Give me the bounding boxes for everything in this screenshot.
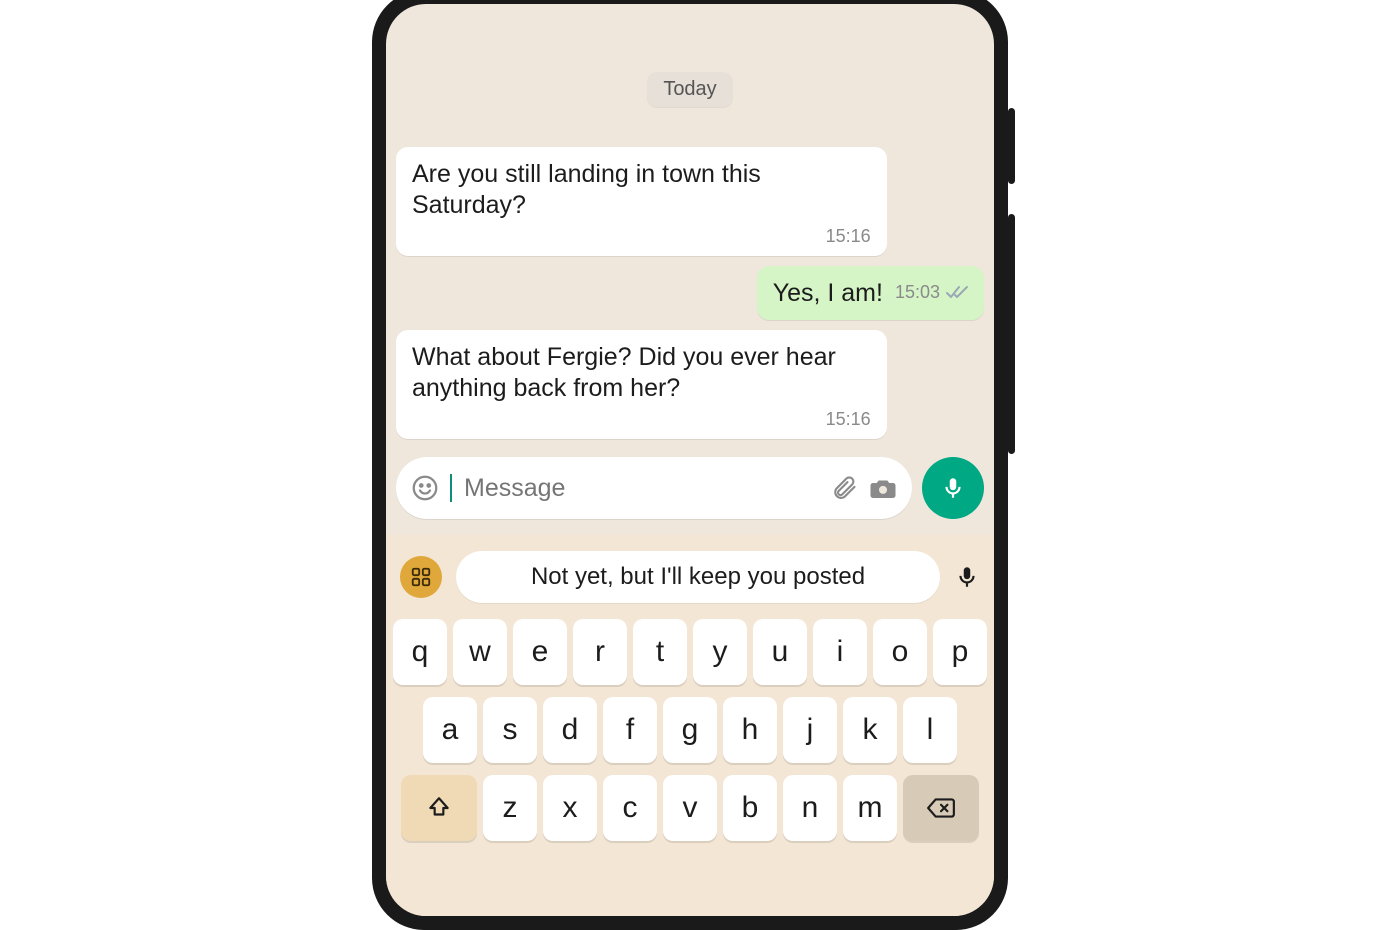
keyboard-row-2: asdfghjkl (394, 697, 986, 763)
message-time: 15:16 (826, 409, 871, 431)
key-x[interactable]: x (543, 775, 597, 841)
key-n[interactable]: n (783, 775, 837, 841)
key-z[interactable]: z (483, 775, 537, 841)
message-time: 15:16 (826, 226, 871, 248)
key-m[interactable]: m (843, 775, 897, 841)
suggestion-bar: Not yet, but I'll keep you posted (400, 551, 980, 603)
emoji-icon[interactable] (410, 473, 440, 503)
message-input[interactable] (462, 474, 820, 503)
keyboard-row-3: zxcvbnm (394, 775, 986, 841)
attach-icon[interactable] (830, 474, 858, 502)
camera-icon[interactable] (868, 473, 898, 503)
key-i[interactable]: i (813, 619, 867, 685)
key-e[interactable]: e (513, 619, 567, 685)
message-time: 15:03 (895, 282, 940, 304)
sticker-grid-icon[interactable] (400, 556, 442, 598)
key-b[interactable]: b (723, 775, 777, 841)
key-k[interactable]: k (843, 697, 897, 763)
shift-key[interactable] (401, 775, 477, 841)
key-h[interactable]: h (723, 697, 777, 763)
chat-screen: Today Are you still landing in town this… (386, 4, 994, 916)
message-outgoing[interactable]: Yes, I am! 15:03 (757, 266, 984, 321)
message-text: Yes, I am! (773, 278, 883, 309)
key-j[interactable]: j (783, 697, 837, 763)
read-ticks-icon (946, 285, 970, 301)
key-o[interactable]: o (873, 619, 927, 685)
key-p[interactable]: p (933, 619, 987, 685)
message-incoming[interactable]: What about Fergie? Did you ever hear any… (396, 330, 887, 439)
keyboard-mic-icon[interactable] (954, 564, 980, 590)
key-r[interactable]: r (573, 619, 627, 685)
key-v[interactable]: v (663, 775, 717, 841)
date-separator: Today (647, 72, 732, 107)
key-u[interactable]: u (753, 619, 807, 685)
key-w[interactable]: w (453, 619, 507, 685)
message-input-field[interactable] (396, 457, 912, 519)
phone-frame: Today Are you still landing in town this… (372, 0, 1008, 930)
key-g[interactable]: g (663, 697, 717, 763)
key-c[interactable]: c (603, 775, 657, 841)
message-incoming[interactable]: Are you still landing in town this Satur… (396, 147, 887, 256)
predictive-suggestion[interactable]: Not yet, but I'll keep you posted (456, 551, 940, 603)
backspace-key[interactable] (903, 775, 979, 841)
key-y[interactable]: y (693, 619, 747, 685)
message-composer (386, 451, 994, 535)
key-s[interactable]: s (483, 697, 537, 763)
key-t[interactable]: t (633, 619, 687, 685)
virtual-keyboard: Not yet, but I'll keep you posted qwerty… (386, 535, 994, 916)
message-text: Are you still landing in town this Satur… (412, 159, 871, 220)
key-a[interactable]: a (423, 697, 477, 763)
key-d[interactable]: d (543, 697, 597, 763)
message-text: What about Fergie? Did you ever hear any… (412, 342, 871, 403)
chat-scroll[interactable]: Today Are you still landing in town this… (386, 4, 994, 451)
key-q[interactable]: q (393, 619, 447, 685)
key-l[interactable]: l (903, 697, 957, 763)
keyboard-row-1: qwertyuiop (394, 619, 986, 685)
voice-record-button[interactable] (922, 457, 984, 519)
text-caret (450, 474, 452, 502)
key-f[interactable]: f (603, 697, 657, 763)
